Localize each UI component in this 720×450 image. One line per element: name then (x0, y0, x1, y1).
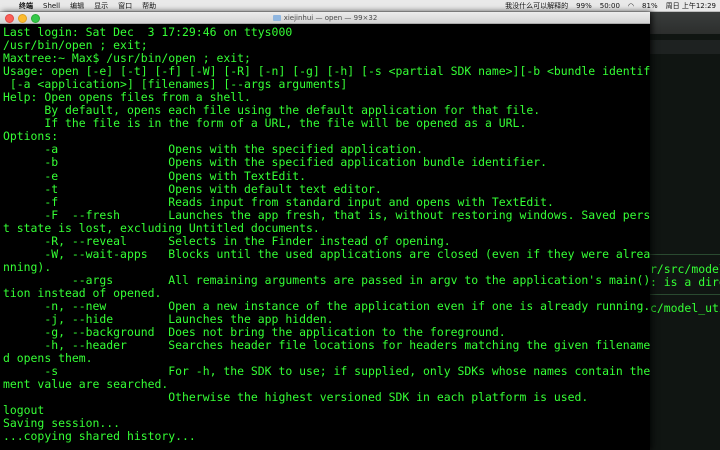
terminal-line: -f Reads input from standard input and o… (3, 194, 554, 209)
background-window-toolbar (650, 12, 720, 34)
terminal-line: If the file is in the form of a URL, the… (3, 116, 527, 131)
terminal-line: -W, --wait-apps Blocks until the used ap… (3, 246, 650, 261)
menu-item-terminal[interactable]: 终端 (14, 1, 38, 11)
terminal-line: -e Opens with TextEdit. (3, 168, 306, 183)
terminal-line: t state is lost, excluding Untitled docu… (3, 220, 320, 235)
background-text-line: : is a dire (650, 275, 720, 289)
window-titlebar[interactable]: xiejinhui — open — 99×32 (0, 12, 650, 24)
folder-icon (272, 14, 281, 21)
minimize-button[interactable] (18, 14, 27, 23)
background-text-line: r/src/model (650, 262, 720, 276)
background-divider (650, 294, 720, 295)
zoom-button[interactable] (31, 14, 40, 23)
background-divider (650, 254, 720, 255)
menu-item-window[interactable]: 窗口 (113, 1, 137, 11)
status-battery-percent[interactable]: 99% (572, 2, 596, 10)
battery-status[interactable]: 81% (638, 2, 662, 10)
terminal-line: ...copying shared history... (3, 429, 196, 444)
background-window-tabbar (650, 40, 720, 54)
clock[interactable]: 周日 上午12:29 (662, 1, 720, 11)
window-controls (5, 14, 40, 23)
menu-item-view[interactable]: 显示 (89, 1, 113, 11)
close-button[interactable] (5, 14, 14, 23)
terminal-line: -t Opens with default text editor. (3, 181, 382, 196)
menu-item-shell[interactable]: Shell (38, 2, 65, 10)
terminal-output[interactable]: Last login: Sat Dec 3 17:29:46 on ttys00… (0, 24, 650, 450)
terminal-line: -h, --header Searches header file locati… (3, 338, 650, 353)
menu-item-help[interactable]: 帮助 (137, 1, 161, 11)
terminal-line: --args All remaining arguments are passe… (3, 272, 650, 287)
menu-item-edit[interactable]: 编辑 (65, 1, 89, 11)
wifi-icon[interactable]: ◠ (624, 2, 638, 10)
status-rate[interactable]: 50:00 (596, 2, 624, 10)
background-text-line: c/model_util (650, 301, 720, 315)
status-badge[interactable]: 我没什么可以解释的 (501, 1, 572, 11)
terminal-line: -R, --reveal Selects in the Finder inste… (3, 233, 451, 248)
window-title-text: xiejinhui — open — 99×32 (283, 13, 378, 22)
terminal-line: Otherwise the highest versioned SDK in e… (3, 390, 589, 405)
terminal-window[interactable]: xiejinhui — open — 99×32 Last login: Sat… (0, 12, 650, 450)
terminal-line: -F --fresh Launches the app fresh, that … (3, 207, 650, 222)
terminal-line: -b Opens with the specified application … (3, 155, 547, 170)
menu-bar: 终端 Shell 编辑 显示 窗口 帮助 我没什么可以解释的 99% 50:00… (0, 0, 720, 12)
terminal-line: nning). (3, 259, 52, 274)
window-title: xiejinhui — open — 99×32 (272, 13, 378, 22)
background-window[interactable]: r/src/model : is a dire c/model_util (650, 12, 720, 450)
